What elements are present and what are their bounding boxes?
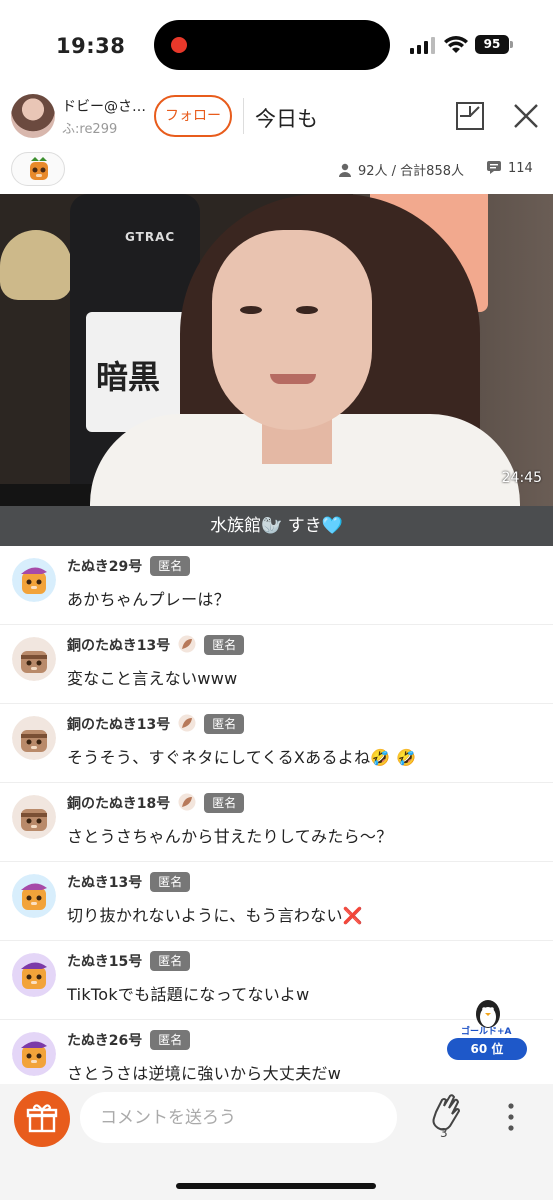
gift-button[interactable] (14, 1091, 70, 1147)
tanuki-avatar-icon (12, 558, 56, 602)
comment-author-name: 銅のたぬき13号 (67, 638, 171, 654)
viewer-count-text: 92人 / 合計858人 (358, 164, 464, 179)
anonymous-badge: 匿名 (204, 793, 245, 813)
streamer-id: ふ:re299 (62, 122, 118, 137)
tanuki-avatar-icon (12, 1032, 56, 1076)
streamer-avatar[interactable] (11, 94, 55, 138)
comment-text: 切り抜かれないように、もう言わない❌ (67, 906, 364, 925)
comment-author-name: たぬき15号 (67, 954, 143, 970)
comment-item: たぬき29号 匿名 あかちゃんプレーは？ (0, 546, 553, 625)
bottom-bar: 3 (0, 1084, 553, 1200)
clock: 19:38 (56, 34, 126, 58)
bronze-leaf-icon (178, 635, 196, 653)
anonymous-badge: 匿名 (204, 714, 245, 734)
anonymous-badge: 匿名 (150, 1030, 191, 1050)
live-video[interactable]: GTRAC 暗黒 24:45 (0, 194, 553, 506)
stream-header: ドビー@さ… ふ:re299 フォロー 今日も (0, 88, 553, 144)
person-icon (339, 163, 351, 177)
battery-icon: 95 (475, 35, 509, 54)
bronze-leaf-icon (178, 793, 196, 811)
comment-text: TikTokでも話題になってないよw (67, 985, 310, 1004)
comment-author: 銅のたぬき18号 匿名 (67, 793, 245, 813)
tanuki-avatar-icon (12, 874, 56, 918)
comment-author: たぬき15号 匿名 (67, 951, 191, 971)
stream-caption: 水族館🦭 すき🩵 (0, 506, 553, 546)
follow-button[interactable]: フォロー (154, 95, 232, 137)
recording-indicator-icon (171, 37, 187, 53)
live-title: 今日も (255, 107, 318, 131)
towel-text: 暗黒 (96, 358, 161, 396)
comment-author-name: 銅のたぬき13号 (67, 717, 171, 733)
bronze-tanuki-avatar-icon (12, 637, 56, 681)
plush-toy (0, 230, 72, 300)
comment-author: たぬき29号 匿名 (67, 556, 191, 576)
dynamic-island (154, 20, 390, 70)
anonymous-badge: 匿名 (204, 635, 245, 655)
gift-badge-button[interactable] (11, 152, 65, 186)
comment-text: さとうさちゃんから甘えたりしてみたら〜？ (67, 827, 393, 846)
streamer-name[interactable]: ドビー@さ… (62, 96, 146, 116)
gift-icon (26, 1104, 58, 1133)
more-options-icon[interactable] (504, 1102, 518, 1132)
clap-count: 3 (440, 1126, 448, 1140)
comment-item: たぬき13号 匿名 切り抜かれないように、もう言わない❌ (0, 862, 553, 941)
streamer-eye-left (240, 306, 262, 314)
bronze-tanuki-avatar-icon (12, 716, 56, 760)
comment-count: 114 (486, 160, 533, 176)
streamer-eye-right (296, 306, 318, 314)
comment-author-name: たぬき29号 (67, 559, 143, 575)
comment-count-text: 114 (508, 161, 533, 176)
comment-text: さとうさは逆境に強いから大丈夫だw (67, 1064, 342, 1083)
status-bar: 19:38 95 (0, 0, 553, 88)
comment-author: たぬき13号 匿名 (67, 872, 191, 892)
comment-input[interactable] (80, 1092, 397, 1143)
comment-text: 変なこと言えないwww (67, 669, 238, 688)
close-icon[interactable] (511, 101, 541, 131)
anonymous-badge: 匿名 (150, 951, 191, 971)
wifi-icon (444, 36, 468, 53)
comment-author: たぬき26号 匿名 (67, 1030, 191, 1050)
comment-author-name: 銅のたぬき18号 (67, 796, 171, 812)
tanuki-icon (30, 157, 48, 180)
streamer-face (212, 230, 372, 430)
stream-subheader: 92人 / 合計858人 114 (0, 144, 553, 194)
home-indicator[interactable] (176, 1183, 376, 1189)
anonymous-badge: 匿名 (150, 556, 191, 576)
streamer-mouth (270, 374, 316, 384)
viewer-count: 92人 / 合計858人 (338, 160, 464, 179)
rank-badge[interactable]: ゴールド+A 60 位 (447, 996, 527, 1060)
comment-author-name: たぬき13号 (67, 875, 143, 891)
comment-text: あかちゃんプレーは？ (67, 590, 231, 609)
signal-icon (410, 37, 435, 54)
minimize-icon[interactable] (455, 101, 485, 131)
bronze-leaf-icon (178, 714, 196, 732)
anonymous-badge: 匿名 (150, 872, 191, 892)
bronze-tanuki-avatar-icon (12, 795, 56, 839)
comment-author: 銅のたぬき13号 匿名 (67, 635, 245, 655)
comment-item: 銅のたぬき18号 匿名 さとうさちゃんから甘えたりしてみたら〜？ (0, 783, 553, 862)
comment-text: そうそう、すぐネタにしてくるXあるよね🤣 🤣 (67, 748, 417, 767)
comment-bubble-icon (487, 161, 501, 174)
rank-tier-label: ゴールド+A (461, 1027, 512, 1037)
comment-item: 銅のたぬき13号 匿名 そうそう、すぐネタにしてくるXあるよね🤣 🤣 (0, 704, 553, 783)
chair-brand: GTRAC (125, 230, 176, 244)
rank-position: 60 位 (447, 1038, 527, 1060)
tanuki-avatar-icon (12, 953, 56, 997)
comment-author-name: たぬき26号 (67, 1033, 143, 1049)
comment-author: 銅のたぬき13号 匿名 (67, 714, 245, 734)
battery-tip (510, 41, 513, 48)
elapsed-time: 24:45 (501, 470, 542, 486)
header-divider (243, 98, 244, 134)
comment-item: 銅のたぬき13号 匿名 変なこと言えないwww (0, 625, 553, 704)
